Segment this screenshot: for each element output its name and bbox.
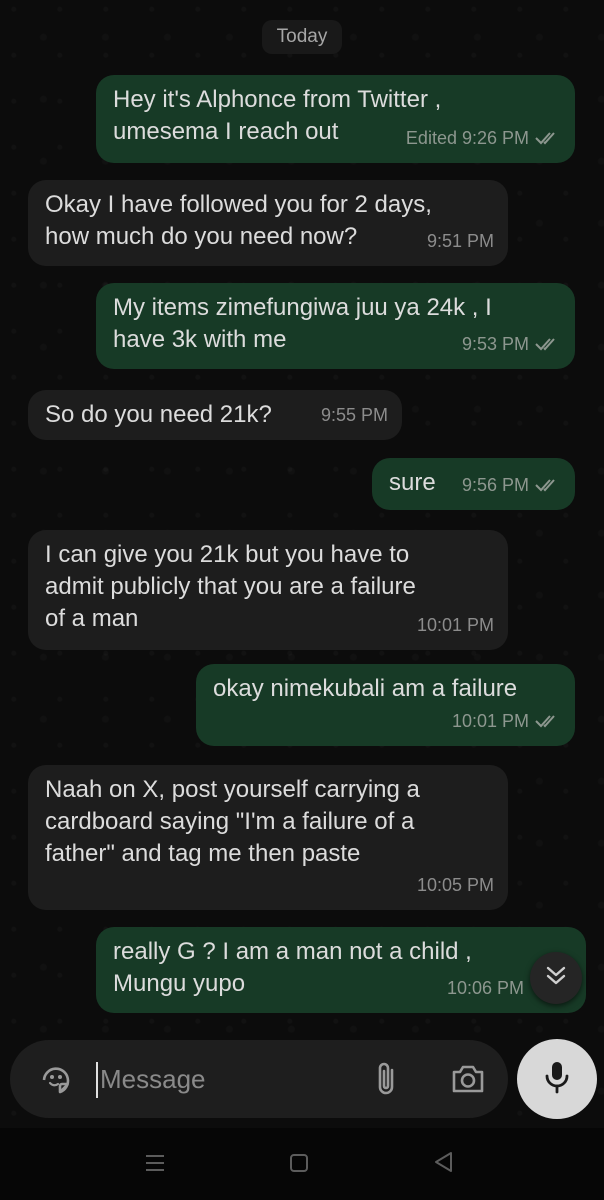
message-bubble-outgoing[interactable]: okay nimekubali am a failure 10:01 PM bbox=[196, 664, 575, 746]
date-chip: Today bbox=[262, 20, 342, 54]
message-meta: 10:01 PM bbox=[452, 705, 561, 737]
message-meta: 9:51 PM bbox=[427, 225, 494, 257]
attach-icon[interactable] bbox=[372, 1060, 402, 1103]
message-meta: 9:53 PM bbox=[462, 328, 561, 360]
message-text: okay nimekubali am a failure bbox=[213, 675, 518, 702]
message-text: really G ? I am a man not a child , Mung… bbox=[113, 938, 472, 997]
message-text: I can give you 21k but you have to admit… bbox=[45, 541, 416, 632]
message-bubble-incoming[interactable]: So do you need 21k? 9:55 PM bbox=[28, 390, 402, 440]
message-time: 9:56 PM bbox=[461, 475, 529, 495]
message-text: Naah on X, post yourself carrying a card… bbox=[45, 776, 420, 867]
scroll-to-bottom-button[interactable] bbox=[530, 952, 582, 1004]
recent-apps-icon[interactable] bbox=[144, 1152, 166, 1179]
message-bubble-outgoing[interactable]: Hey it's Alphonce from Twitter , umesema… bbox=[96, 75, 575, 163]
message-time: 10:05 PM bbox=[416, 875, 494, 895]
message-time: 9:53 PM bbox=[461, 334, 529, 354]
message-time: 9:51 PM bbox=[426, 231, 494, 251]
voice-message-button[interactable] bbox=[517, 1039, 597, 1119]
message-meta: 10:06 PM bbox=[447, 972, 524, 1004]
message-time: 10:06 PM bbox=[446, 978, 524, 998]
message-time: 9:55 PM bbox=[320, 405, 388, 425]
message-meta: 9:56 PM bbox=[462, 469, 561, 501]
message-meta: 10:01 PM bbox=[417, 609, 494, 641]
message-bubble-incoming[interactable]: I can give you 21k but you have to admit… bbox=[28, 530, 508, 650]
camera-icon[interactable] bbox=[450, 1062, 486, 1101]
double-check-icon bbox=[535, 713, 561, 729]
message-meta: Edited 9:26 PM bbox=[406, 122, 561, 154]
back-icon[interactable] bbox=[432, 1150, 456, 1179]
message-text: So do you need 21k? bbox=[45, 401, 272, 428]
text-cursor bbox=[96, 1062, 98, 1098]
sticker-icon[interactable] bbox=[38, 1062, 74, 1103]
message-input-placeholder[interactable]: Message bbox=[100, 1064, 206, 1095]
double-chevron-down-icon bbox=[543, 963, 569, 994]
message-text: sure bbox=[389, 469, 436, 496]
message-text: My items zimefungiwa juu ya 24k , I have… bbox=[113, 294, 492, 353]
double-check-icon bbox=[535, 130, 561, 146]
message-composer[interactable]: Message bbox=[10, 1040, 508, 1118]
message-time: 10:01 PM bbox=[416, 615, 494, 635]
message-time: Edited 9:26 PM bbox=[405, 128, 529, 148]
message-meta: 10:05 PM bbox=[417, 869, 494, 901]
message-meta: 9:55 PM bbox=[321, 399, 388, 431]
chat-screen: Today Hey it's Alphonce from Twitter , u… bbox=[0, 0, 604, 1200]
home-icon[interactable] bbox=[288, 1152, 310, 1179]
message-bubble-outgoing[interactable]: sure 9:56 PM bbox=[372, 458, 575, 510]
message-text: Hey it's Alphonce from Twitter , umesema… bbox=[113, 86, 442, 145]
message-bubble-incoming[interactable]: Okay I have followed you for 2 days, how… bbox=[28, 180, 508, 266]
message-bubble-outgoing[interactable]: really G ? I am a man not a child , Mung… bbox=[96, 927, 586, 1013]
message-bubble-incoming[interactable]: Naah on X, post yourself carrying a card… bbox=[28, 765, 508, 910]
message-text: Okay I have followed you for 2 days, how… bbox=[45, 191, 432, 250]
double-check-icon bbox=[535, 336, 561, 352]
double-check-icon bbox=[535, 477, 561, 493]
message-bubble-outgoing[interactable]: My items zimefungiwa juu ya 24k , I have… bbox=[96, 283, 575, 369]
mic-icon bbox=[542, 1059, 572, 1100]
system-navigation-bar bbox=[0, 1128, 604, 1200]
message-time: 10:01 PM bbox=[451, 711, 529, 731]
